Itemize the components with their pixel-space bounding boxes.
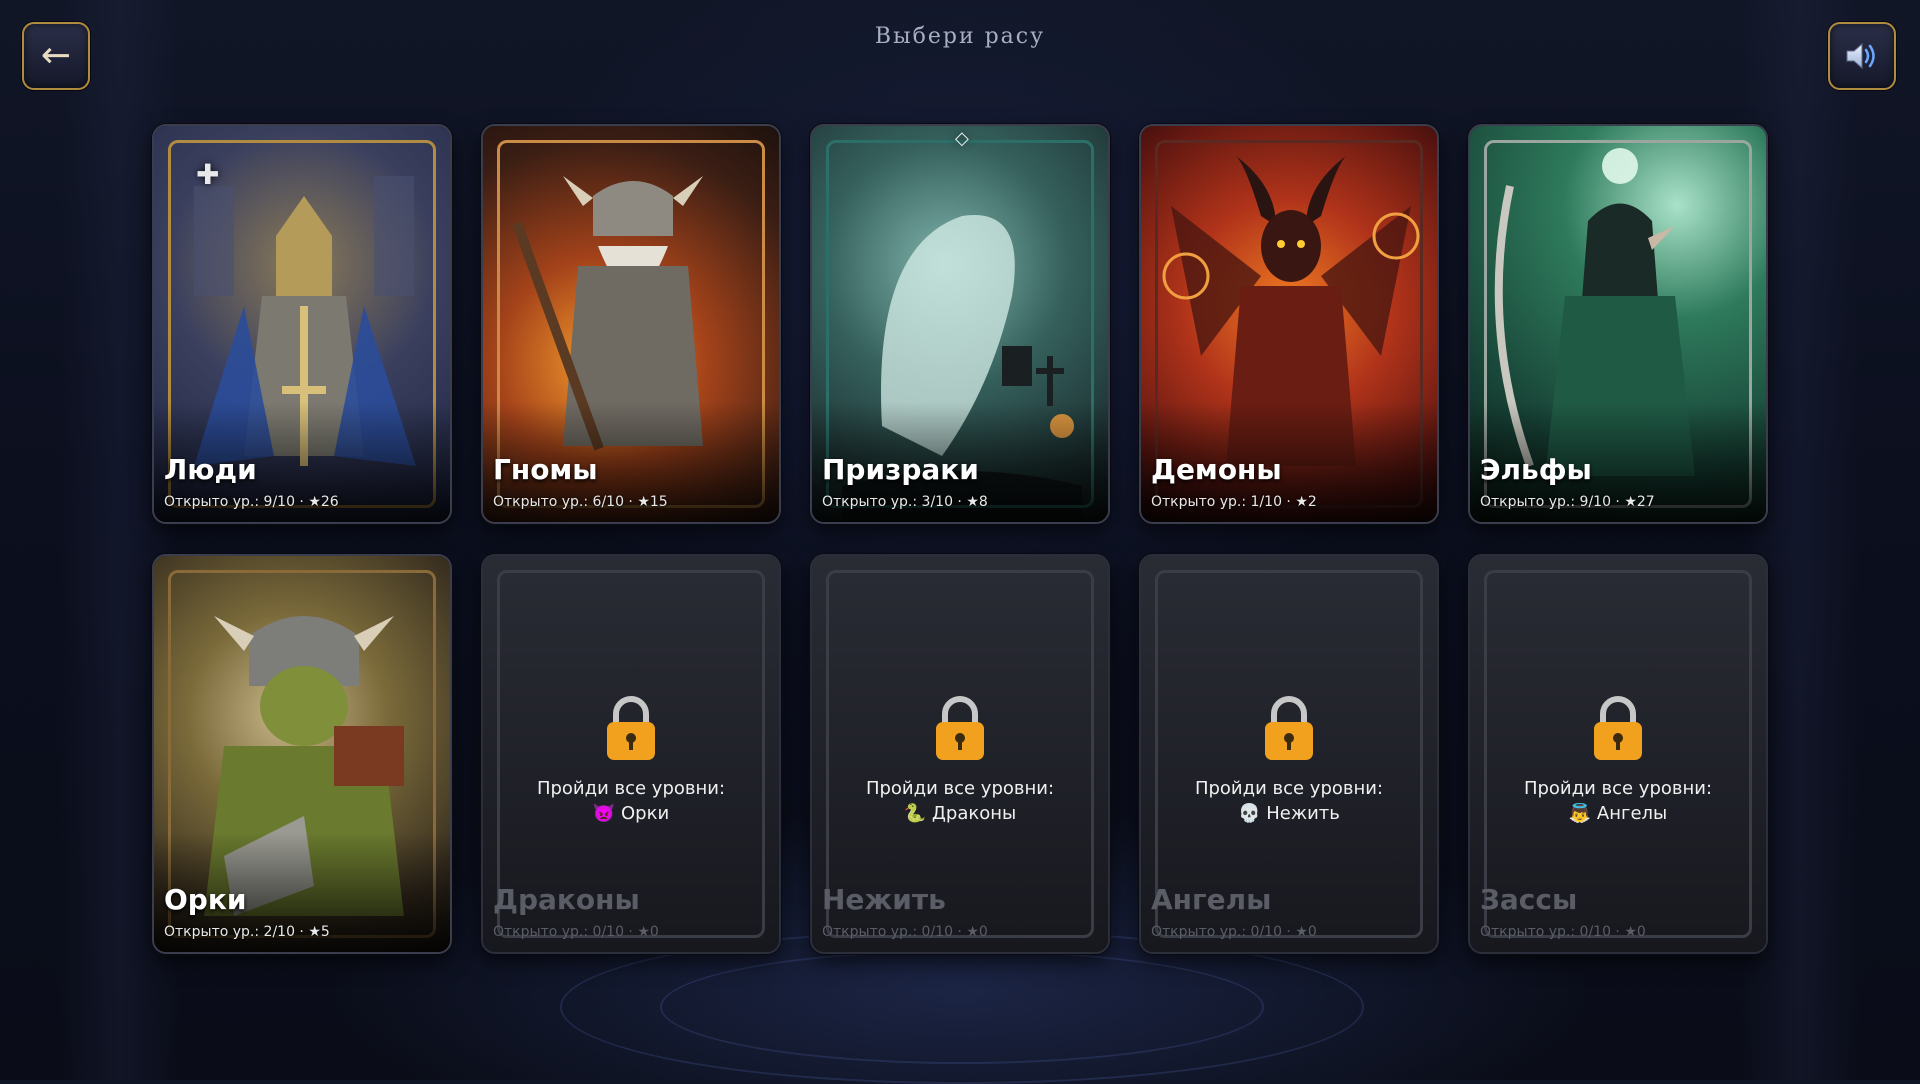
race-progress: Открыто ур.: 6/10 · ★15 — [493, 494, 668, 510]
padlock-icon — [1594, 696, 1642, 760]
back-arrow-icon: ← — [40, 35, 72, 76]
race-progress: Открыто ур.: 0/10 · ★0 — [1151, 924, 1317, 940]
requirement-race: 👼 Ангелы — [1568, 803, 1668, 824]
page-title: Выбери расу — [874, 24, 1046, 49]
padlock-icon — [607, 696, 655, 760]
race-card-ghosts[interactable]: ◇ Призраки Открыто ур.: 3/10 · ★8 — [810, 124, 1110, 524]
requirement-race: 💀 Нежить — [1238, 803, 1340, 824]
race-card-elves[interactable]: Эльфы Открыто ур.: 9/10 · ★27 — [1468, 124, 1768, 524]
requirement-label: Пройди все уровни: — [865, 778, 1055, 799]
requirement-label: Пройди все уровни: — [1194, 778, 1384, 799]
race-name: Ангелы — [1151, 883, 1272, 916]
race-progress: Открыто ур.: 0/10 · ★0 — [493, 924, 659, 940]
race-progress: Открыто ур.: 9/10 · ★26 — [164, 494, 339, 510]
race-name: Гномы — [493, 453, 598, 486]
race-name: Орки — [164, 883, 247, 916]
race-progress: Открыто ур.: 9/10 · ★27 — [1480, 494, 1655, 510]
race-progress: Открыто ур.: 3/10 · ★8 — [822, 494, 988, 510]
back-button[interactable]: ← — [22, 22, 90, 90]
race-name: Демоны — [1151, 453, 1282, 486]
requirement-label: Пройди все уровни: — [1523, 778, 1713, 799]
padlock-icon — [1265, 696, 1313, 760]
speaker-icon — [1846, 42, 1875, 70]
race-progress: Открыто ур.: 2/10 · ★5 — [164, 924, 330, 940]
requirement-race: 👿 Орки — [592, 803, 670, 824]
race-card-zassy[interactable]: Пройди все уровни: 👼 Ангелы Зассы Открыт… — [1468, 554, 1768, 954]
sound-toggle-button[interactable] — [1828, 22, 1896, 90]
race-name: Люди — [164, 453, 257, 486]
race-name: Нежить — [822, 883, 946, 916]
race-name: Призраки — [822, 453, 979, 486]
race-progress: Открыто ур.: 0/10 · ★0 — [822, 924, 988, 940]
race-card-orcs[interactable]: Орки Открыто ур.: 2/10 · ★5 — [152, 554, 452, 954]
unlock-requirement: Пройди все уровни: 🐍 Драконы — [812, 776, 1108, 826]
floor-circle — [660, 950, 1264, 1064]
race-progress: Открыто ур.: 1/10 · ★2 — [1151, 494, 1317, 510]
race-name: Зассы — [1480, 883, 1578, 916]
race-card-humans[interactable]: ✚ Люди Открыто ур.: 9/10 · ★26 — [152, 124, 452, 524]
diamond-ornament-icon: ◇ — [955, 128, 969, 149]
race-card-demons[interactable]: Демоны Открыто ур.: 1/10 · ★2 — [1139, 124, 1439, 524]
race-card-dragons[interactable]: Пройди все уровни: 👿 Орки Драконы Открыт… — [481, 554, 781, 954]
requirement-race: 🐍 Драконы — [903, 803, 1017, 824]
unlock-requirement: Пройди все уровни: 👿 Орки — [483, 776, 779, 826]
cross-emblem-icon: ✚ — [196, 158, 220, 191]
unlock-requirement: Пройди все уровни: 👼 Ангелы — [1470, 776, 1766, 826]
race-name: Эльфы — [1480, 453, 1592, 486]
race-card-undead[interactable]: Пройди все уровни: 🐍 Драконы Нежить Откр… — [810, 554, 1110, 954]
race-card-angels[interactable]: Пройди все уровни: 💀 Нежить Ангелы Откры… — [1139, 554, 1439, 954]
unlock-requirement: Пройди все уровни: 💀 Нежить — [1141, 776, 1437, 826]
requirement-label: Пройди все уровни: — [536, 778, 726, 799]
race-progress: Открыто ур.: 0/10 · ★0 — [1480, 924, 1646, 940]
race-card-dwarves[interactable]: Гномы Открыто ур.: 6/10 · ★15 — [481, 124, 781, 524]
race-name: Драконы — [493, 883, 640, 916]
padlock-icon — [936, 696, 984, 760]
